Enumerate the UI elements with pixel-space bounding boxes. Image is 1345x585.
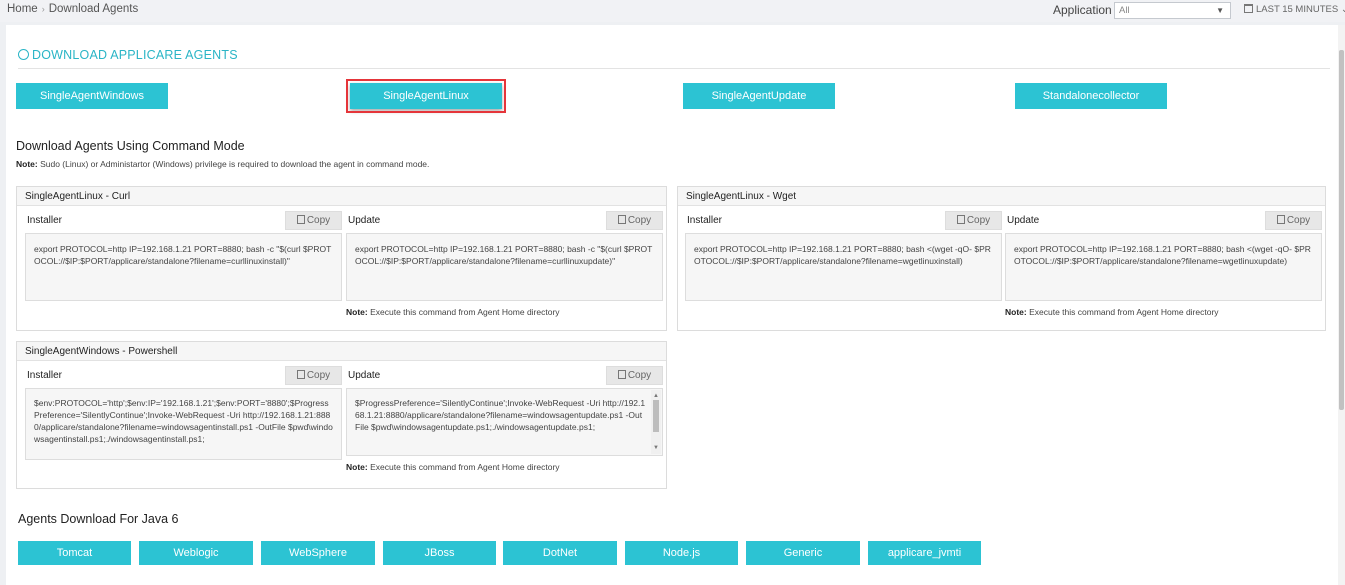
breadcrumb: Home › Download Agents	[7, 3, 138, 15]
copy-label: Copy	[966, 215, 991, 226]
copy-button[interactable]: Copy	[285, 366, 342, 385]
download-icon	[18, 49, 29, 60]
generic-button[interactable]: Generic	[746, 541, 860, 565]
copy-icon	[617, 370, 626, 379]
application-select[interactable]: All ▼	[1114, 2, 1231, 19]
note-label: Note:	[16, 159, 38, 169]
exec-note: Note: Execute this command from Agent Ho…	[346, 307, 663, 317]
time-range-picker[interactable]: LAST 15 MINUTES ⌄	[1244, 4, 1345, 15]
breadcrumb-current: Download Agents	[48, 3, 139, 15]
installer-command[interactable]: $env:PROTOCOL='http';$env:IP='192.168.1.…	[25, 388, 342, 460]
installer-label: Installer	[687, 215, 723, 226]
update-label: Update	[348, 370, 381, 381]
main-panel: DOWNLOAD APPLICARE AGENTS SingleAgentWin…	[6, 25, 1338, 585]
dropdown-caret-icon: ▼	[1216, 6, 1224, 15]
update-command[interactable]: export PROTOCOL=http IP=192.168.1.21 POR…	[346, 233, 663, 301]
breadcrumb-home[interactable]: Home	[7, 3, 38, 15]
note-label: Note:	[1005, 307, 1027, 317]
section-title-text: DOWNLOAD APPLICARE AGENTS	[32, 48, 238, 62]
application-select-value: All	[1119, 5, 1130, 16]
breadcrumb-separator: ›	[41, 4, 45, 14]
command-mode-note: Note: Sudo (Linux) or Administartor (Win…	[16, 159, 429, 169]
update-header: Update Copy	[346, 211, 663, 231]
copy-label: Copy	[1286, 215, 1311, 226]
single-agent-update-button[interactable]: SingleAgentUpdate	[683, 83, 835, 109]
copy-label: Copy	[627, 370, 652, 381]
applicare-jvmti-button[interactable]: applicare_jvmti	[868, 541, 981, 565]
update-header: Update Copy	[1005, 211, 1322, 231]
application-label: Application	[1053, 3, 1112, 17]
calendar-icon	[1244, 4, 1253, 13]
copy-icon	[296, 370, 305, 379]
tomcat-button[interactable]: Tomcat	[18, 541, 131, 565]
installer-column: Installer Copy $env:PROTOCOL='http';$env…	[25, 366, 342, 460]
exec-note-text: Execute this command from Agent Home dir…	[1026, 307, 1219, 317]
copy-icon	[1276, 215, 1285, 224]
time-range-label: LAST 15 MINUTES ⌄	[1256, 4, 1345, 15]
page-scrollbar-thumb[interactable]	[1339, 50, 1344, 410]
card-title: SingleAgentLinux - Wget	[678, 187, 1325, 206]
installer-column: Installer Copy export PROTOCOL=http IP=1…	[685, 211, 1002, 301]
standalone-collector-button[interactable]: Standalonecollector	[1015, 83, 1167, 109]
weblogic-button[interactable]: Weblogic	[139, 541, 253, 565]
installer-command[interactable]: export PROTOCOL=http IP=192.168.1.21 POR…	[25, 233, 342, 301]
copy-icon	[617, 215, 626, 224]
copy-button[interactable]: Copy	[606, 211, 663, 230]
top-bar: Home › Download Agents Application All ▼ L…	[0, 0, 1345, 22]
exec-note: Note: Execute this command from Agent Ho…	[1005, 307, 1322, 317]
java6-title: Agents Download For Java 6	[18, 512, 179, 526]
nodejs-button[interactable]: Node.js	[625, 541, 738, 565]
command-mode-title: Download Agents Using Command Mode	[16, 139, 245, 153]
copy-label: Copy	[306, 370, 331, 381]
copy-button[interactable]: Copy	[606, 366, 663, 385]
websphere-button[interactable]: WebSphere	[261, 541, 375, 565]
update-label: Update	[1007, 215, 1040, 226]
installer-label: Installer	[27, 215, 63, 226]
installer-header: Installer Copy	[25, 211, 342, 231]
copy-button[interactable]: Copy	[1265, 211, 1322, 230]
scroll-down-icon[interactable]: ▼	[653, 442, 659, 454]
curl-card: SingleAgentLinux - Curl Installer Copy e…	[16, 186, 667, 331]
copy-icon	[296, 215, 305, 224]
exec-note-text: Execute this command from Agent Home dir…	[367, 307, 560, 317]
installer-header: Installer Copy	[685, 211, 1002, 231]
scrollbar[interactable]: ▲ ▼	[651, 390, 661, 454]
section-title: DOWNLOAD APPLICARE AGENTS	[18, 48, 238, 62]
update-header: Update Copy	[346, 366, 663, 386]
copy-button[interactable]: Copy	[945, 211, 1002, 230]
update-label: Update	[348, 215, 381, 226]
update-command-box[interactable]: $ProgressPreference='SilentlyContinue';I…	[346, 388, 663, 456]
powershell-card: SingleAgentWindows - Powershell Installe…	[16, 341, 667, 489]
jboss-button[interactable]: JBoss	[383, 541, 496, 565]
installer-column: Installer Copy export PROTOCOL=http IP=1…	[25, 211, 342, 301]
card-title: SingleAgentLinux - Curl	[17, 187, 666, 206]
update-command[interactable]: export PROTOCOL=http IP=192.168.1.21 POR…	[1005, 233, 1322, 301]
installer-header: Installer Copy	[25, 366, 342, 386]
installer-command[interactable]: export PROTOCOL=http IP=192.168.1.21 POR…	[685, 233, 1002, 301]
update-column: Update Copy export PROTOCOL=http IP=192.…	[346, 211, 663, 317]
section-divider	[18, 68, 1330, 69]
dotnet-button[interactable]: DotNet	[503, 541, 617, 565]
copy-button[interactable]: Copy	[285, 211, 342, 230]
copy-label: Copy	[306, 215, 331, 226]
single-agent-linux-button[interactable]: SingleAgentLinux	[346, 79, 506, 113]
exec-note-text: Execute this command from Agent Home dir…	[367, 462, 560, 472]
update-column: Update Copy export PROTOCOL=http IP=192.…	[1005, 211, 1322, 317]
update-command: $ProgressPreference='SilentlyContinue';I…	[355, 398, 646, 432]
scrollbar-thumb[interactable]	[653, 400, 659, 432]
installer-label: Installer	[27, 370, 63, 381]
page-scrollbar[interactable]	[1338, 25, 1345, 585]
wget-card: SingleAgentLinux - Wget Installer Copy e…	[677, 186, 1326, 331]
card-title: SingleAgentWindows - Powershell	[17, 342, 666, 361]
update-column: Update Copy $ProgressPreference='Silentl…	[346, 366, 663, 472]
note-text: Sudo (Linux) or Administartor (Windows) …	[37, 159, 430, 169]
single-agent-windows-button[interactable]: SingleAgentWindows	[16, 83, 168, 109]
copy-icon	[956, 215, 965, 224]
note-label: Note:	[346, 307, 368, 317]
copy-label: Copy	[627, 215, 652, 226]
exec-note: Note: Execute this command from Agent Ho…	[346, 462, 663, 472]
note-label: Note:	[346, 462, 368, 472]
